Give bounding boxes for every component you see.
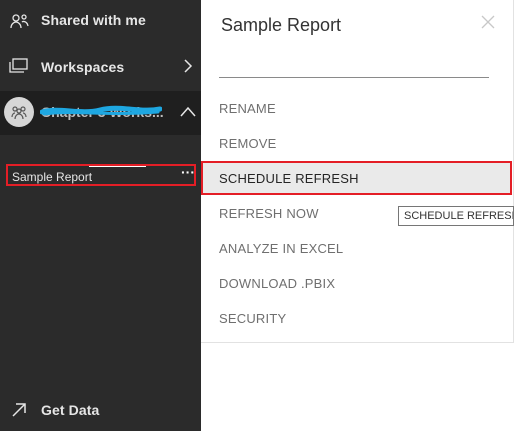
arrow-up-right-icon xyxy=(9,400,29,420)
menu-item-download-pbix[interactable]: DOWNLOAD .PBIX xyxy=(201,267,509,299)
more-options-icon[interactable]: ··· xyxy=(179,165,197,181)
close-icon[interactable] xyxy=(480,14,496,30)
nav-item-get-data[interactable]: Get Data xyxy=(0,392,201,428)
nav-item-shared-with-me[interactable]: Shared with me xyxy=(0,0,201,44)
people-share-icon xyxy=(9,12,29,32)
tooltip-schedule-refresh: SCHEDULE REFRESH xyxy=(398,206,514,226)
menu-item-analyze-in-excel[interactable]: ANALYZE IN EXCEL xyxy=(201,232,509,264)
nav-label-get-data: Get Data xyxy=(41,402,100,418)
left-nav: Shared with me Workspaces Chapter 3 Work… xyxy=(0,0,201,431)
rename-input[interactable] xyxy=(219,62,489,78)
workspace-avatar xyxy=(4,97,34,127)
panel-title: Sample Report xyxy=(221,15,342,35)
redaction-scribble xyxy=(40,105,162,116)
report-item-sample-report[interactable]: Sample Report xyxy=(12,170,92,184)
nav-label-shared: Shared with me xyxy=(41,12,146,28)
workspaces-icon xyxy=(9,56,29,76)
menu-item-remove[interactable]: REMOVE xyxy=(201,127,509,159)
nav-item-workspaces[interactable]: Workspaces xyxy=(0,44,201,88)
nav-label-workspaces: Workspaces xyxy=(41,59,125,75)
menu-item-schedule-refresh[interactable]: SCHEDULE REFRESH xyxy=(201,161,512,195)
chevron-up-icon[interactable] xyxy=(180,106,196,118)
menu-item-security[interactable]: SECURITY xyxy=(201,302,509,334)
menu-item-rename[interactable]: RENAME xyxy=(201,92,509,124)
chevron-right-icon xyxy=(184,59,193,73)
group-icon xyxy=(11,106,27,120)
